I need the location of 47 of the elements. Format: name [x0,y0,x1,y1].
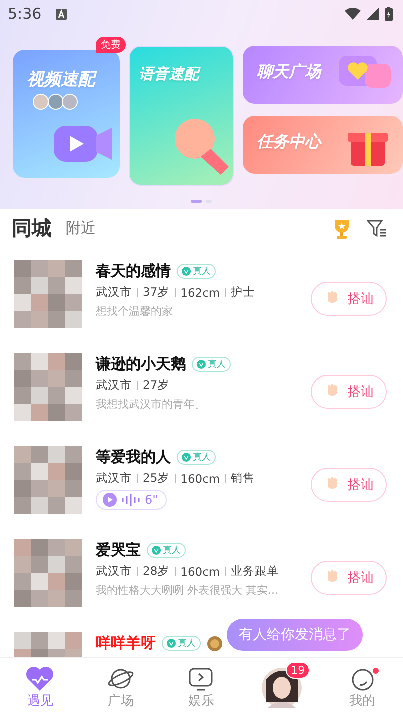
status-time: 5:36 [8,5,42,23]
banner-card[interactable]: 视频速配 [13,50,120,178]
profile-detail: 162cm [180,286,220,300]
nav-tab[interactable]: 遇见 [0,658,81,718]
nav-tab[interactable]: 我的 [322,658,403,718]
nav-tab[interactable]: 19 [242,658,322,718]
message-toast[interactable]: 有人给你发消息了 [227,619,363,651]
profile-detail: 37岁 [143,285,170,300]
greet-button[interactable]: 搭讪 [311,282,387,316]
verified-label: 真人 [208,358,226,371]
profile-detail: 销售 [231,471,256,486]
profile-detail: 160cm [180,564,220,578]
user-bio: 我的性格大大咧咧 外表很强大 其实... [96,583,280,598]
greet-button[interactable]: 搭讪 [311,375,387,409]
profile-detail: 护士 [231,285,256,300]
tab[interactable]: 附近 [66,219,96,238]
user-bio: 我想找武汉市的青年。 [96,397,207,412]
banner-card[interactable]: 聊天广场 [243,46,403,104]
nav-tab[interactable]: 广场 [80,658,162,718]
user-name: 春天的感情 [96,262,171,281]
profile-detail: 武汉市 [96,285,132,300]
voice-message-button[interactable]: 6" [96,490,168,510]
nav-tab[interactable]: 娱乐 [161,658,242,718]
verified-label: 真人 [193,266,211,278]
user-name: 咩咩羊呀 [96,634,156,653]
user-bio: 想找个温馨的家 [96,304,174,319]
profile-detail: 160cm [180,472,220,486]
verified-label: 真人 [163,544,181,557]
unread-count-badge: 19 [286,662,310,679]
profile-detail: 武汉市 [96,378,132,393]
verified-label: 真人 [193,452,211,464]
profile-detail: 28岁 [143,564,170,579]
user-name: 爱哭宝 [96,541,141,560]
profile-detail: 27岁 [143,378,170,393]
free-badge: 免费 [96,37,126,53]
banner-card[interactable]: 任务中心 [243,116,403,174]
greet-button[interactable]: 搭讪 [311,561,387,595]
user-name: 等爱我的人 [96,448,171,467]
greet-button[interactable]: 搭讪 [311,468,387,502]
profile-detail: 武汉市 [96,564,132,579]
profile-detail: 武汉市 [96,471,132,486]
verified-label: 真人 [178,638,196,650]
tab[interactable]: 同城 [12,215,52,242]
user-name: 谦逊的小天鹅 [96,355,186,374]
profile-detail: 业务跟单 [231,564,280,579]
profile-detail: 25岁 [143,471,170,486]
banner-card[interactable]: 语音速配 [129,46,234,186]
